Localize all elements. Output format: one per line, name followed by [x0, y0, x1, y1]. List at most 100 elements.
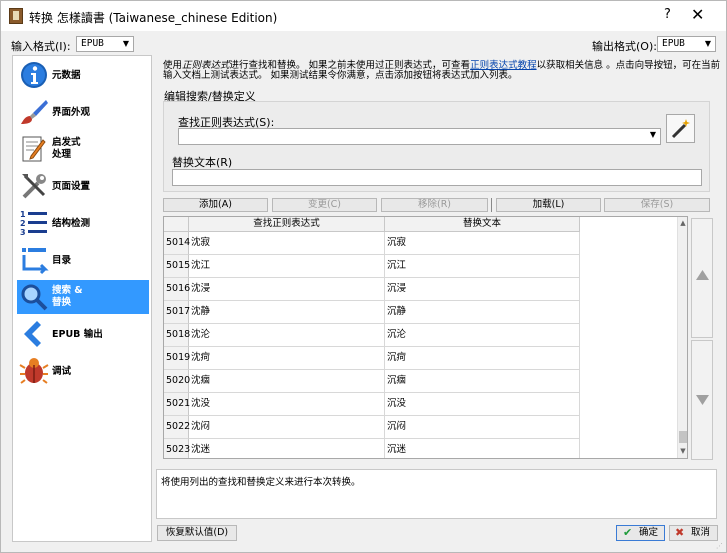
document-pencil-icon [22, 136, 46, 162]
sidebar-item-epub-output[interactable]: EPUB 输出 [17, 317, 149, 351]
triangle-up-icon [696, 270, 709, 280]
result-message: 将使用列出的查找和替换定义来进行本次转换。 [156, 469, 717, 519]
row-number: 5014 [164, 232, 190, 255]
row-number: 5022 [164, 416, 190, 439]
bug-icon [19, 358, 49, 384]
replace-cell[interactable]: 沉疴 [385, 347, 580, 370]
output-format-value: EPUB [662, 38, 685, 49]
sidebar-item-toc[interactable]: 目录 [17, 243, 149, 277]
sidebar-item-label: 调试 [52, 366, 72, 377]
convert-dialog: 转换 怎樣讀書 (Taiwanese_chinese Edition) ? ✕ … [0, 0, 727, 553]
sidebar-item-label: 元数据 [52, 70, 81, 81]
replace-cell[interactable]: 沉闷 [385, 416, 580, 439]
replace-cell[interactable]: 沉沦 [385, 324, 580, 347]
find-cell[interactable]: 沈迷 [189, 439, 385, 458]
find-cell[interactable]: 沈沦 [189, 324, 385, 347]
button-separator [491, 198, 492, 212]
replace-cell[interactable]: 沉没 [385, 393, 580, 416]
find-cell[interactable]: 沈静 [189, 301, 385, 324]
sidebar-item-heuristics[interactable]: 启发式 处理 [17, 132, 149, 166]
input-format-label: 输入格式(I): [11, 40, 71, 53]
regex-wizard-button[interactable] [666, 114, 695, 143]
sidebar-item-look-and-feel[interactable]: 界面外观 [17, 95, 149, 129]
row-number: 5017 [164, 301, 190, 324]
tools-icon [22, 174, 46, 199]
chevron-down-icon: ▼ [122, 39, 129, 48]
sidebar-item-structure-detection[interactable]: 1 2 3 结构检测 [17, 206, 149, 240]
close-icon[interactable]: ✕ [691, 5, 704, 24]
chevron-down-icon: ▼ [704, 39, 711, 48]
find-cell[interactable]: 沈闷 [189, 416, 385, 439]
cancel-button[interactable]: ✖ 取消 [669, 525, 718, 541]
load-button[interactable]: 加载(L) [496, 198, 601, 212]
numbered-list-icon: 1 2 3 [20, 210, 47, 237]
arrow-left-icon [24, 321, 41, 347]
table-row[interactable]: 5023 沈迷 沉迷 [164, 439, 580, 458]
svg-text:1: 1 [20, 210, 26, 219]
sidebar-item-label: 结构检测 [52, 218, 91, 229]
rules-table: 查找正则表达式 替换文本 5014 沈寂 沉寂 5015 沈江 沉江 5016 沈浸 沉浸 … [163, 216, 688, 459]
row-number: 5019 [164, 347, 190, 370]
scroll-down-icon[interactable]: ▼ [678, 447, 687, 455]
find-cell[interactable]: 沈江 [189, 255, 385, 278]
move-down-button[interactable] [691, 340, 713, 460]
replace-cell[interactable]: 沉痼 [385, 370, 580, 393]
row-number: 5016 [164, 278, 190, 301]
info-icon [21, 62, 47, 88]
window-title: 转换 怎樣讀書 (Taiwanese_chinese Edition) [29, 11, 278, 25]
sidebar-item-search-replace[interactable]: 搜索 & 替换 [17, 280, 149, 314]
table-row[interactable]: 5014 沈寂 沉寂 [164, 232, 580, 255]
sidebar-item-metadata[interactable]: 元数据 [17, 58, 149, 92]
replace-cell[interactable]: 沉迷 [385, 439, 580, 458]
sidebar-item-label: EPUB 输出 [52, 329, 103, 340]
find-cell[interactable]: 沈浸 [189, 278, 385, 301]
table-scrollbar[interactable]: ▲ ▼ [677, 217, 687, 458]
check-icon: ✔ [623, 526, 633, 539]
find-column-header[interactable]: 查找正则表达式 [189, 217, 385, 232]
scrollbar-thumb[interactable] [679, 431, 687, 443]
find-cell[interactable]: 沈没 [189, 393, 385, 416]
add-button[interactable]: 添加(A) [163, 198, 268, 212]
app-book-icon [9, 8, 23, 24]
find-cell[interactable]: 沈疴 [189, 347, 385, 370]
save-button[interactable]: 保存(S) [604, 198, 710, 212]
output-format-select[interactable]: EPUB ▼ [657, 36, 716, 52]
cancel-x-icon: ✖ [675, 526, 685, 539]
change-button[interactable]: 变更(C) [272, 198, 377, 212]
find-cell[interactable]: 沈寂 [189, 232, 385, 255]
row-number-header [164, 217, 189, 232]
row-number: 5018 [164, 324, 190, 347]
resize-grip-icon[interactable]: ⋰ [716, 542, 724, 550]
ok-label: 确定 [639, 527, 659, 538]
input-format-select[interactable]: EPUB ▼ [76, 36, 134, 52]
move-up-button[interactable] [691, 218, 713, 338]
table-row[interactable]: 5021 沈没 沉没 [164, 393, 580, 416]
help-icon[interactable]: ? [664, 7, 671, 22]
replace-cell[interactable]: 沉静 [385, 301, 580, 324]
table-row[interactable]: 5019 沈疴 沉疴 [164, 347, 580, 370]
table-row[interactable]: 5017 沈静 沉静 [164, 301, 580, 324]
sidebar-item-debug[interactable]: 调试 [17, 354, 149, 388]
find-cell[interactable]: 沈痼 [189, 370, 385, 393]
table-row[interactable]: 5015 沈江 沉江 [164, 255, 580, 278]
toc-icon [22, 248, 49, 275]
sidebar-item-label: 页面设置 [52, 181, 91, 192]
sidebar-item-page-setup[interactable]: 页面设置 [17, 169, 149, 203]
restore-defaults-button[interactable]: 恢复默认值(D) [157, 525, 237, 541]
replace-cell[interactable]: 沉浸 [385, 278, 580, 301]
replace-cell[interactable]: 沉寂 [385, 232, 580, 255]
sidebar-item-label: 界面外观 [52, 107, 91, 118]
scroll-up-icon[interactable]: ▲ [678, 219, 687, 227]
table-row[interactable]: 5018 沈沦 沉沦 [164, 324, 580, 347]
replace-column-header[interactable]: 替换文本 [385, 217, 580, 232]
sidebar-item-label: 搜索 & 替换 [52, 285, 83, 308]
table-row[interactable]: 5022 沈闷 沉闷 [164, 416, 580, 439]
title-bar: 转换 怎樣讀書 (Taiwanese_chinese Edition) ? ✕ [1, 1, 726, 31]
replace-cell[interactable]: 沉江 [385, 255, 580, 278]
table-row[interactable]: 5016 沈浸 沉浸 [164, 278, 580, 301]
table-row[interactable]: 5020 沈痼 沉痼 [164, 370, 580, 393]
ok-button[interactable]: ✔ 确定 [616, 525, 665, 541]
remove-button[interactable]: 移除(R) [381, 198, 488, 212]
find-regex-input[interactable]: ▼ [178, 128, 661, 145]
replace-text-input[interactable] [172, 169, 702, 186]
